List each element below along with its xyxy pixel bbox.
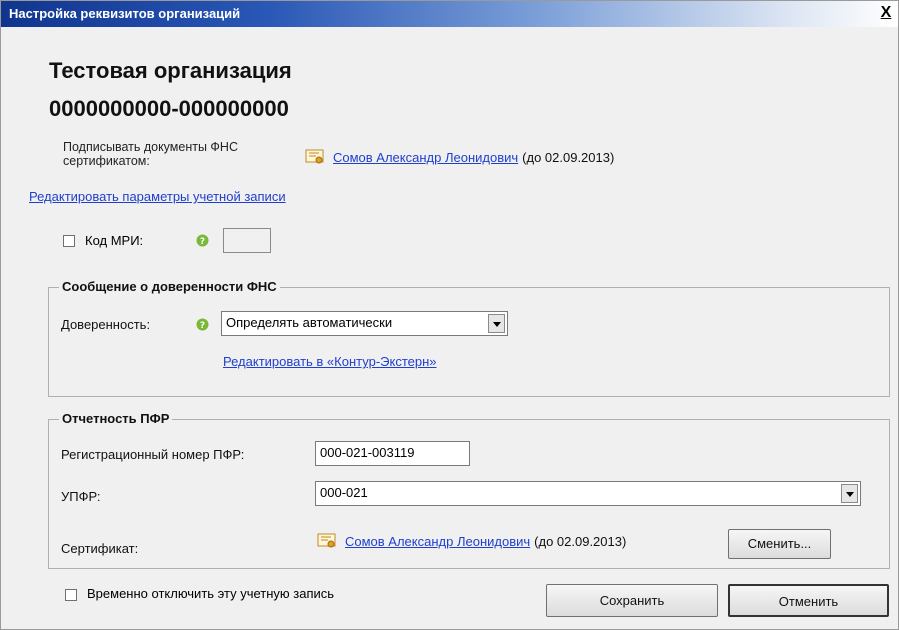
- upfr-select[interactable]: 000-021: [315, 481, 861, 506]
- window-title: Настройка реквизитов организаций: [9, 6, 241, 21]
- pfr-cert-validity: (до 02.09.2013): [534, 533, 627, 549]
- reg-number-input[interactable]: 000-021-003119: [315, 441, 470, 466]
- upfr-label: УПФР:: [61, 489, 101, 504]
- dov-label: Доверенность:: [61, 317, 151, 332]
- pfr-cert-owner-link[interactable]: Сомов Александр Леонидович: [345, 534, 530, 549]
- pfr-certificate: Сомов Александр Леонидович (до 02.09.201…: [317, 533, 626, 549]
- edit-kontur-link[interactable]: Редактировать в «Контур-Экстерн»: [223, 354, 437, 369]
- sign-certificate-label: Подписывать документы ФНС сертификатом:: [63, 140, 238, 168]
- pfr-group-title: Отчетность ПФР: [59, 411, 173, 426]
- dov-select[interactable]: Определять автоматически: [221, 311, 508, 336]
- edit-account-link[interactable]: Редактировать параметры учетной записи: [29, 189, 286, 204]
- fns-power-of-attorney-group: [48, 287, 890, 397]
- org-code: 0000000000-000000000: [49, 96, 289, 121]
- change-certificate-button[interactable]: Сменить...: [728, 529, 831, 559]
- pfr-cert-label: Сертификат:: [61, 541, 139, 556]
- signing-cert-owner-link[interactable]: Сомов Александр Леонидович: [333, 150, 518, 165]
- help-icon[interactable]: ?: [196, 234, 209, 247]
- svg-text:?: ?: [200, 237, 205, 247]
- dov-selected-value: Определять автоматически: [226, 315, 393, 330]
- help-icon[interactable]: ?: [196, 318, 209, 331]
- upfr-selected-value: 000-021: [320, 485, 368, 500]
- fns-group-title: Сообщение о доверенности ФНС: [59, 279, 280, 294]
- title-bar: Настройка реквизитов организаций X: [1, 1, 898, 27]
- settings-dialog: Настройка реквизитов организаций X Тесто…: [0, 0, 899, 630]
- certificate-icon: [317, 533, 337, 549]
- mri-input[interactable]: [223, 228, 271, 253]
- signing-cert-validity: (до 02.09.2013): [522, 149, 615, 165]
- svg-text:?: ?: [200, 321, 205, 331]
- mri-checkbox[interactable]: [63, 235, 75, 247]
- mri-label: Код МРИ:: [85, 233, 144, 248]
- signing-certificate: Сомов Александр Леонидович (до 02.09.201…: [305, 149, 614, 165]
- certificate-icon: [305, 149, 325, 165]
- close-button[interactable]: X: [878, 4, 894, 22]
- cancel-button[interactable]: Отменить: [728, 584, 889, 617]
- org-name: Тестовая организация: [49, 58, 292, 83]
- disable-account-label: Временно отключить эту учетную запись: [87, 586, 335, 601]
- chevron-down-icon[interactable]: [841, 484, 858, 503]
- reg-number-label: Регистрационный номер ПФР:: [61, 447, 245, 462]
- disable-account-checkbox[interactable]: [65, 589, 77, 601]
- chevron-down-icon[interactable]: [488, 314, 505, 333]
- save-button[interactable]: Сохранить: [546, 584, 718, 617]
